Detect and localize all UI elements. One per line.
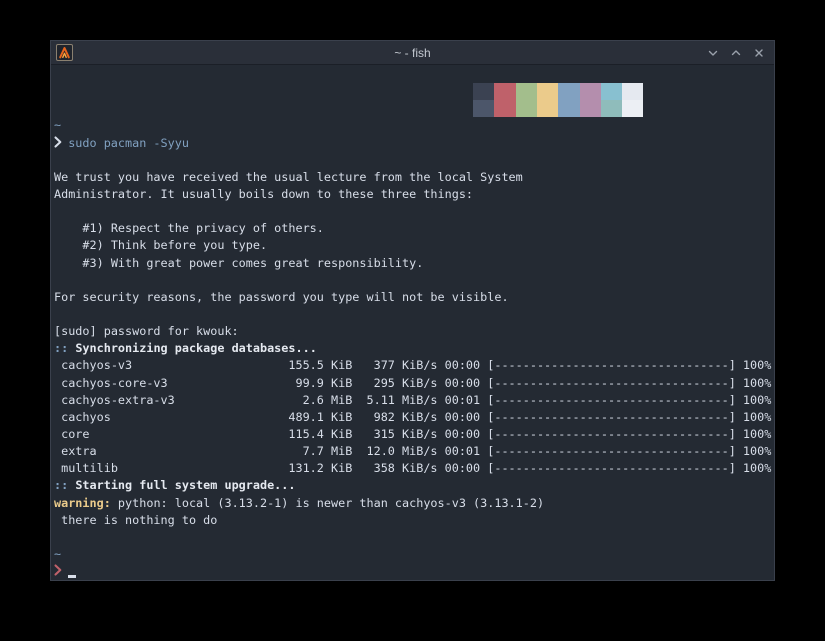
maximize-button[interactable] <box>729 46 743 60</box>
text-segment: :: <box>54 478 75 492</box>
color-swatch <box>516 83 537 100</box>
color-swatch <box>537 83 558 100</box>
package-download-row: multilib 131.2 KiB 358 KiB/s 00:00 [----… <box>54 460 774 477</box>
terminal-line: :: Starting full system upgrade... <box>54 477 774 494</box>
text-segment: We trust you have received the usual lec… <box>54 170 523 184</box>
terminal-line: [sudo] password for kwouk: <box>54 323 774 340</box>
terminal-window: ~ - fish ~ sudo pacman -Syyu We trust you… <box>50 40 775 581</box>
color-swatch <box>601 100 622 117</box>
terminal-line: ~ <box>54 546 774 563</box>
color-swatch <box>516 100 537 117</box>
text-segment: sudo pacman -Syyu <box>61 136 189 150</box>
text-segment: [sudo] password for kwouk: <box>54 324 239 338</box>
terminal-line: warning: python: local (3.13.2-1) is new… <box>54 495 774 512</box>
terminal-line <box>54 529 774 546</box>
text-segment: :: <box>54 341 75 355</box>
text-segment: Administrator. It usually boils down to … <box>54 187 473 201</box>
package-download-row: cachyos-v3 155.5 KiB 377 KiB/s 00:00 [--… <box>54 357 774 374</box>
color-swatch <box>558 83 579 100</box>
color-swatch <box>622 100 643 117</box>
alacritty-logo-icon <box>58 46 71 59</box>
text-segment: warning: <box>54 496 111 510</box>
text-segment: #1) Respect the privacy of others. <box>54 221 324 235</box>
chevron-up-icon <box>730 47 742 59</box>
terminal-line: #3) With great power comes great respons… <box>54 255 774 272</box>
text-segment: multilib 131.2 KiB 358 KiB/s 00:00 [----… <box>54 461 771 475</box>
text-segment: For security reasons, the password you t… <box>54 290 509 304</box>
text-segment: there is nothing to do <box>54 513 217 527</box>
window-title: ~ - fish <box>51 46 774 60</box>
terminal-cursor <box>68 575 76 578</box>
text-segment: #2) Think before you type. <box>54 238 267 252</box>
terminal-line <box>54 152 774 169</box>
color-palette-row <box>54 100 774 117</box>
color-swatch <box>622 83 643 100</box>
color-swatch <box>537 100 558 117</box>
color-swatch <box>558 100 579 117</box>
text-segment: cachyos-v3 155.5 KiB 377 KiB/s 00:00 [--… <box>54 358 771 372</box>
package-download-row: cachyos-core-v3 99.9 KiB 295 KiB/s 00:00… <box>54 375 774 392</box>
color-swatch <box>494 83 515 100</box>
text-segment <box>61 564 68 578</box>
terminal-line <box>54 306 774 323</box>
terminal-line <box>54 563 774 580</box>
chevron-down-icon <box>707 47 719 59</box>
text-segment: core 115.4 KiB 315 KiB/s 00:00 [--------… <box>54 427 771 441</box>
color-palette-row <box>54 83 774 100</box>
text-segment: cachyos 489.1 KiB 982 KiB/s 00:00 [-----… <box>54 410 771 424</box>
color-swatch <box>580 83 601 100</box>
close-icon <box>753 47 765 59</box>
color-swatch <box>494 100 515 117</box>
text-segment: cachyos-extra-v3 2.6 MiB 5.11 MiB/s 00:0… <box>54 393 771 407</box>
terminal-line: For security reasons, the password you t… <box>54 289 774 306</box>
package-download-row: cachyos-extra-v3 2.6 MiB 5.11 MiB/s 00:0… <box>54 392 774 409</box>
text-segment: Synchronizing package databases... <box>75 341 316 355</box>
minimize-button[interactable] <box>706 46 720 60</box>
color-swatch <box>473 100 494 117</box>
package-download-row: core 115.4 KiB 315 KiB/s 00:00 [--------… <box>54 426 774 443</box>
terminal-line <box>54 66 774 83</box>
terminal-line: #2) Think before you type. <box>54 237 774 254</box>
package-download-row: extra 7.7 MiB 12.0 MiB/s 00:01 [--------… <box>54 443 774 460</box>
terminal-line: sudo pacman -Syyu <box>54 135 774 152</box>
color-swatch <box>580 100 601 117</box>
terminal-screen[interactable]: ~ sudo pacman -Syyu We trust you have rec… <box>51 65 774 580</box>
terminal-line <box>54 272 774 289</box>
terminal-line <box>54 203 774 220</box>
terminal-line: there is nothing to do <box>54 512 774 529</box>
terminal-line: ~ <box>54 117 774 134</box>
close-button[interactable] <box>752 46 766 60</box>
alacritty-app-icon <box>56 44 73 61</box>
color-swatch <box>473 83 494 100</box>
text-segment: ~ <box>54 118 61 132</box>
text-segment: python: local (3.13.2-1) is newer than c… <box>111 496 544 510</box>
package-download-row: cachyos 489.1 KiB 982 KiB/s 00:00 [-----… <box>54 409 774 426</box>
text-segment: #3) With great power comes great respons… <box>54 256 423 270</box>
text-segment: ~ <box>54 547 61 561</box>
terminal-line: We trust you have received the usual lec… <box>54 169 774 186</box>
text-segment: Starting full system upgrade... <box>75 478 295 492</box>
text-segment: cachyos-core-v3 99.9 KiB 295 KiB/s 00:00… <box>54 376 771 390</box>
titlebar[interactable]: ~ - fish <box>51 41 774 65</box>
color-swatch <box>601 83 622 100</box>
text-segment: extra 7.7 MiB 12.0 MiB/s 00:01 [--------… <box>54 444 771 458</box>
terminal-line: :: Synchronizing package databases... <box>54 340 774 357</box>
terminal-line: #1) Respect the privacy of others. <box>54 220 774 237</box>
terminal-line: Administrator. It usually boils down to … <box>54 186 774 203</box>
window-controls <box>706 41 766 64</box>
